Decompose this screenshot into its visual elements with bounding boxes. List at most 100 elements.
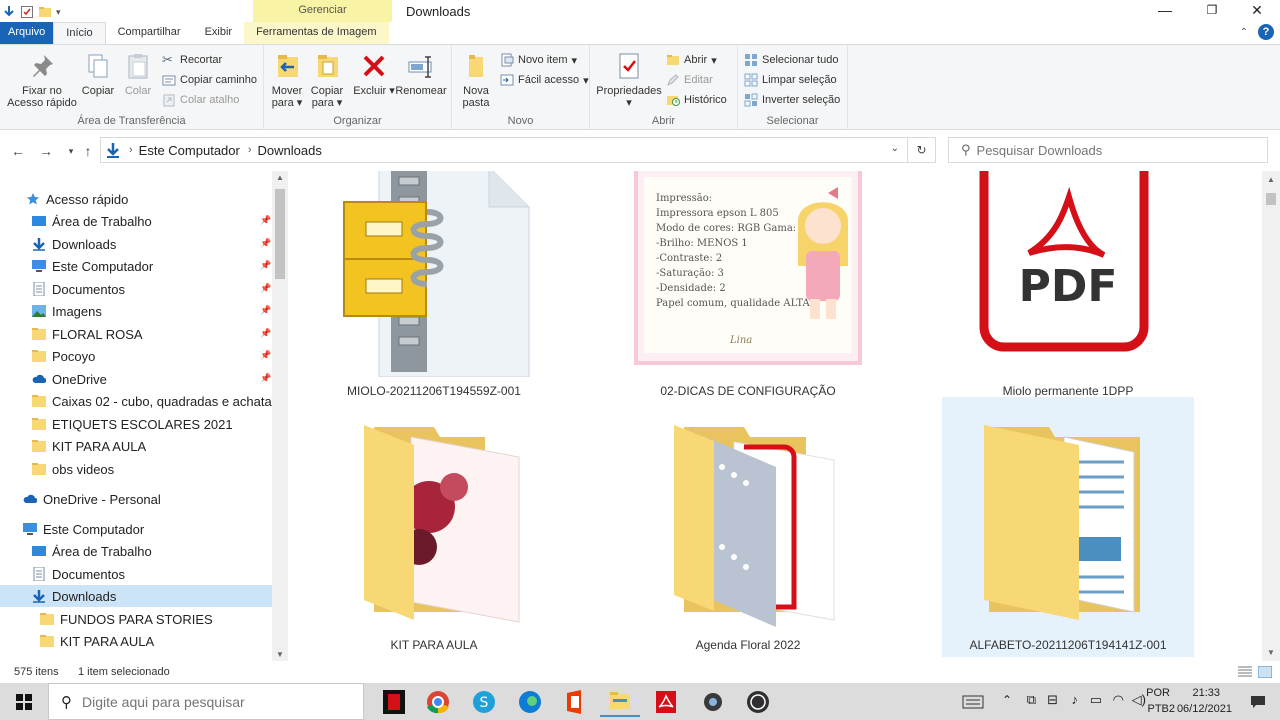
up-button[interactable]: ↑ — [79, 141, 97, 161]
expand-ribbon-icon[interactable]: ⌃ — [1240, 27, 1248, 38]
notifications-icon[interactable] — [1250, 695, 1266, 709]
scroll-up-arrow[interactable]: ▲ — [276, 173, 284, 182]
nav-item-pictures[interactable]: Imagens 📌 — [0, 300, 272, 322]
nav-pc-documents[interactable]: Documentos — [0, 563, 272, 585]
nav-item-pocoyo[interactable]: Pocoyo 📌 — [0, 345, 272, 367]
scroll-thumb[interactable] — [275, 189, 285, 279]
folder-tile-alfabeto[interactable]: ALFABETO-20211206T194141Z-001 — [942, 397, 1194, 657]
nav-item-downloads[interactable]: Downloads 📌 — [0, 233, 272, 255]
folder-tile-agenda[interactable]: Agenda Floral 2022 — [622, 397, 874, 657]
nav-scrollbar[interactable]: ▲ ▼ — [272, 171, 288, 661]
nav-onedrive-personal[interactable]: OneDrive - Personal — [0, 488, 272, 510]
address-dropdown-icon[interactable]: ⌄ — [891, 143, 899, 154]
taskbar-search-input[interactable] — [82, 693, 342, 710]
battery-icon[interactable]: ▭ — [1090, 692, 1102, 708]
copy-to-button[interactable]: Copiar para ▾ — [308, 51, 346, 109]
content-scrollbar[interactable]: ▲ ▼ — [1262, 171, 1280, 661]
breadcrumb-this-pc[interactable]: Este Computador — [139, 143, 240, 158]
help-icon[interactable]: ? — [1258, 24, 1274, 40]
file-tile-pdf[interactable]: PDF Miolo permanente 1DPP — [942, 171, 1194, 398]
delete-button[interactable]: Excluir ▾ — [352, 51, 396, 97]
properties-button[interactable]: Propriedades ▾ — [594, 51, 664, 109]
nav-item-documents[interactable]: Documentos 📌 — [0, 278, 272, 300]
search-box[interactable]: ⚲ — [948, 137, 1268, 163]
new-folder-button[interactable]: Nova pasta — [456, 51, 496, 109]
file-tile-zip[interactable]: MIOLO-20211206T194559Z-001 — [308, 171, 560, 398]
nav-item-kit-para-aula[interactable]: KIT PARA AULA — [0, 435, 272, 457]
select-none-button[interactable]: Limpar seleção — [744, 71, 837, 89]
back-button[interactable]: ← — [9, 141, 27, 161]
new-folder-icon[interactable] — [38, 5, 52, 19]
down-arrow-icon[interactable] — [2, 5, 16, 19]
address-bar[interactable]: › Este Computador › Downloads ⌄ — [100, 137, 908, 163]
new-item-button[interactable]: Novo item ▾ — [500, 51, 577, 69]
tab-home[interactable]: Início — [53, 22, 106, 44]
invert-selection-button[interactable]: Inverter seleção — [744, 91, 840, 109]
cut-button[interactable]: ✂ Recortar — [162, 51, 222, 69]
forward-button[interactable]: → — [37, 141, 55, 161]
tab-share[interactable]: Compartilhar — [106, 22, 193, 44]
copy-button[interactable]: Copiar — [80, 51, 116, 97]
clock-date[interactable]: 06/12/2021 — [1177, 703, 1232, 715]
nav-item-desktop[interactable]: Área de Trabalho 📌 — [0, 210, 272, 232]
tab-view[interactable]: Exibir — [193, 22, 245, 44]
nav-downloads-kit[interactable]: KIT PARA AULA — [0, 630, 272, 652]
file-tile-image[interactable]: Impressão: Impressora epson L 805 Modo d… — [622, 171, 874, 398]
taskbar-app-edge[interactable] — [510, 687, 550, 717]
rename-button[interactable]: Renomear — [394, 51, 448, 97]
history-button[interactable]: Histórico — [666, 91, 727, 109]
network-adapter-icon[interactable]: ⧉ — [1027, 692, 1036, 708]
nav-item-this-pc[interactable]: Este Computador 📌 — [0, 255, 272, 277]
pin-quick-access-button[interactable]: Fixar no Acesso rápido — [4, 51, 80, 109]
taskbar-app-acrobat[interactable] — [646, 687, 686, 717]
properties-check-icon[interactable] — [20, 5, 34, 19]
paste-shortcut-button[interactable]: Colar atalho — [162, 91, 239, 109]
taskbar-app-settings[interactable] — [693, 687, 733, 717]
easy-access-button[interactable]: Fácil acesso ▾ — [500, 71, 589, 89]
copy-path-button[interactable]: Copiar caminho — [162, 71, 257, 89]
taskbar-app-office[interactable] — [555, 687, 595, 717]
nav-downloads-fundos[interactable]: FUNDOS PARA STORIES — [0, 608, 272, 630]
breadcrumb-downloads[interactable]: Downloads — [258, 143, 322, 158]
taskbar-app-file-explorer[interactable] — [600, 687, 640, 717]
close-button[interactable]: ✕ — [1234, 0, 1280, 22]
nav-pc-downloads[interactable]: Downloads — [0, 585, 272, 607]
paste-button[interactable]: Colar — [120, 51, 156, 97]
minimize-button[interactable]: — — [1142, 0, 1188, 22]
taskbar-app-chrome[interactable] — [418, 687, 458, 717]
nav-item-caixas[interactable]: Caixas 02 - cubo, quadradas e achatad — [0, 390, 272, 412]
language-code[interactable]: POR — [1146, 687, 1170, 699]
clock-time[interactable]: 21:33 — [1192, 687, 1220, 699]
nav-item-etiquets[interactable]: ETIQUETS ESCOLARES 2021 — [0, 413, 272, 435]
nav-pc-desktop[interactable]: Área de Trabalho — [0, 540, 272, 562]
tray-chevron-icon[interactable]: ⌃ — [1002, 693, 1012, 707]
breadcrumb-separator[interactable]: › — [248, 144, 252, 156]
volume-icon[interactable]: ◁) — [1132, 692, 1146, 708]
taskbar-app-media[interactable] — [373, 687, 413, 717]
keyboard-icon[interactable] — [962, 695, 984, 709]
tab-file[interactable]: Arquivo — [0, 22, 54, 44]
nav-item-obs-videos[interactable]: obs videos — [0, 458, 272, 480]
select-all-button[interactable]: Selecionar tudo — [744, 51, 838, 69]
tab-picture-tools[interactable]: Ferramentas de Imagem — [244, 22, 389, 44]
start-button[interactable] — [0, 683, 46, 720]
maximize-button[interactable]: ❐ — [1189, 0, 1235, 22]
large-icons-view-icon[interactable] — [1258, 666, 1272, 678]
scroll-thumb[interactable] — [1266, 193, 1276, 205]
nav-item-onedrive[interactable]: OneDrive 📌 — [0, 368, 272, 390]
tray-app-icon[interactable]: ⊟ — [1047, 692, 1058, 708]
folder-tile-kit[interactable]: KIT PARA AULA — [308, 397, 560, 657]
microphone-icon[interactable]: ♪ — [1072, 692, 1079, 707]
nav-this-pc[interactable]: Este Computador — [0, 518, 272, 540]
breadcrumb-separator[interactable]: › — [129, 144, 133, 156]
move-to-button[interactable]: Mover para ▾ — [268, 51, 306, 109]
taskbar-app-obs[interactable] — [738, 687, 778, 717]
taskbar-app-skype[interactable]: S — [464, 687, 504, 717]
keyboard-layout[interactable]: PTB2 — [1147, 703, 1175, 715]
details-view-icon[interactable] — [1238, 666, 1252, 678]
wifi-icon[interactable]: ◠ — [1113, 692, 1124, 708]
nav-item-floral-rosa[interactable]: FLORAL ROSA 📌 — [0, 323, 272, 345]
open-button[interactable]: Abrir ▾ — [666, 51, 717, 69]
customize-qat-icon[interactable]: ▾ — [56, 7, 61, 18]
edit-button[interactable]: Editar — [666, 71, 713, 89]
